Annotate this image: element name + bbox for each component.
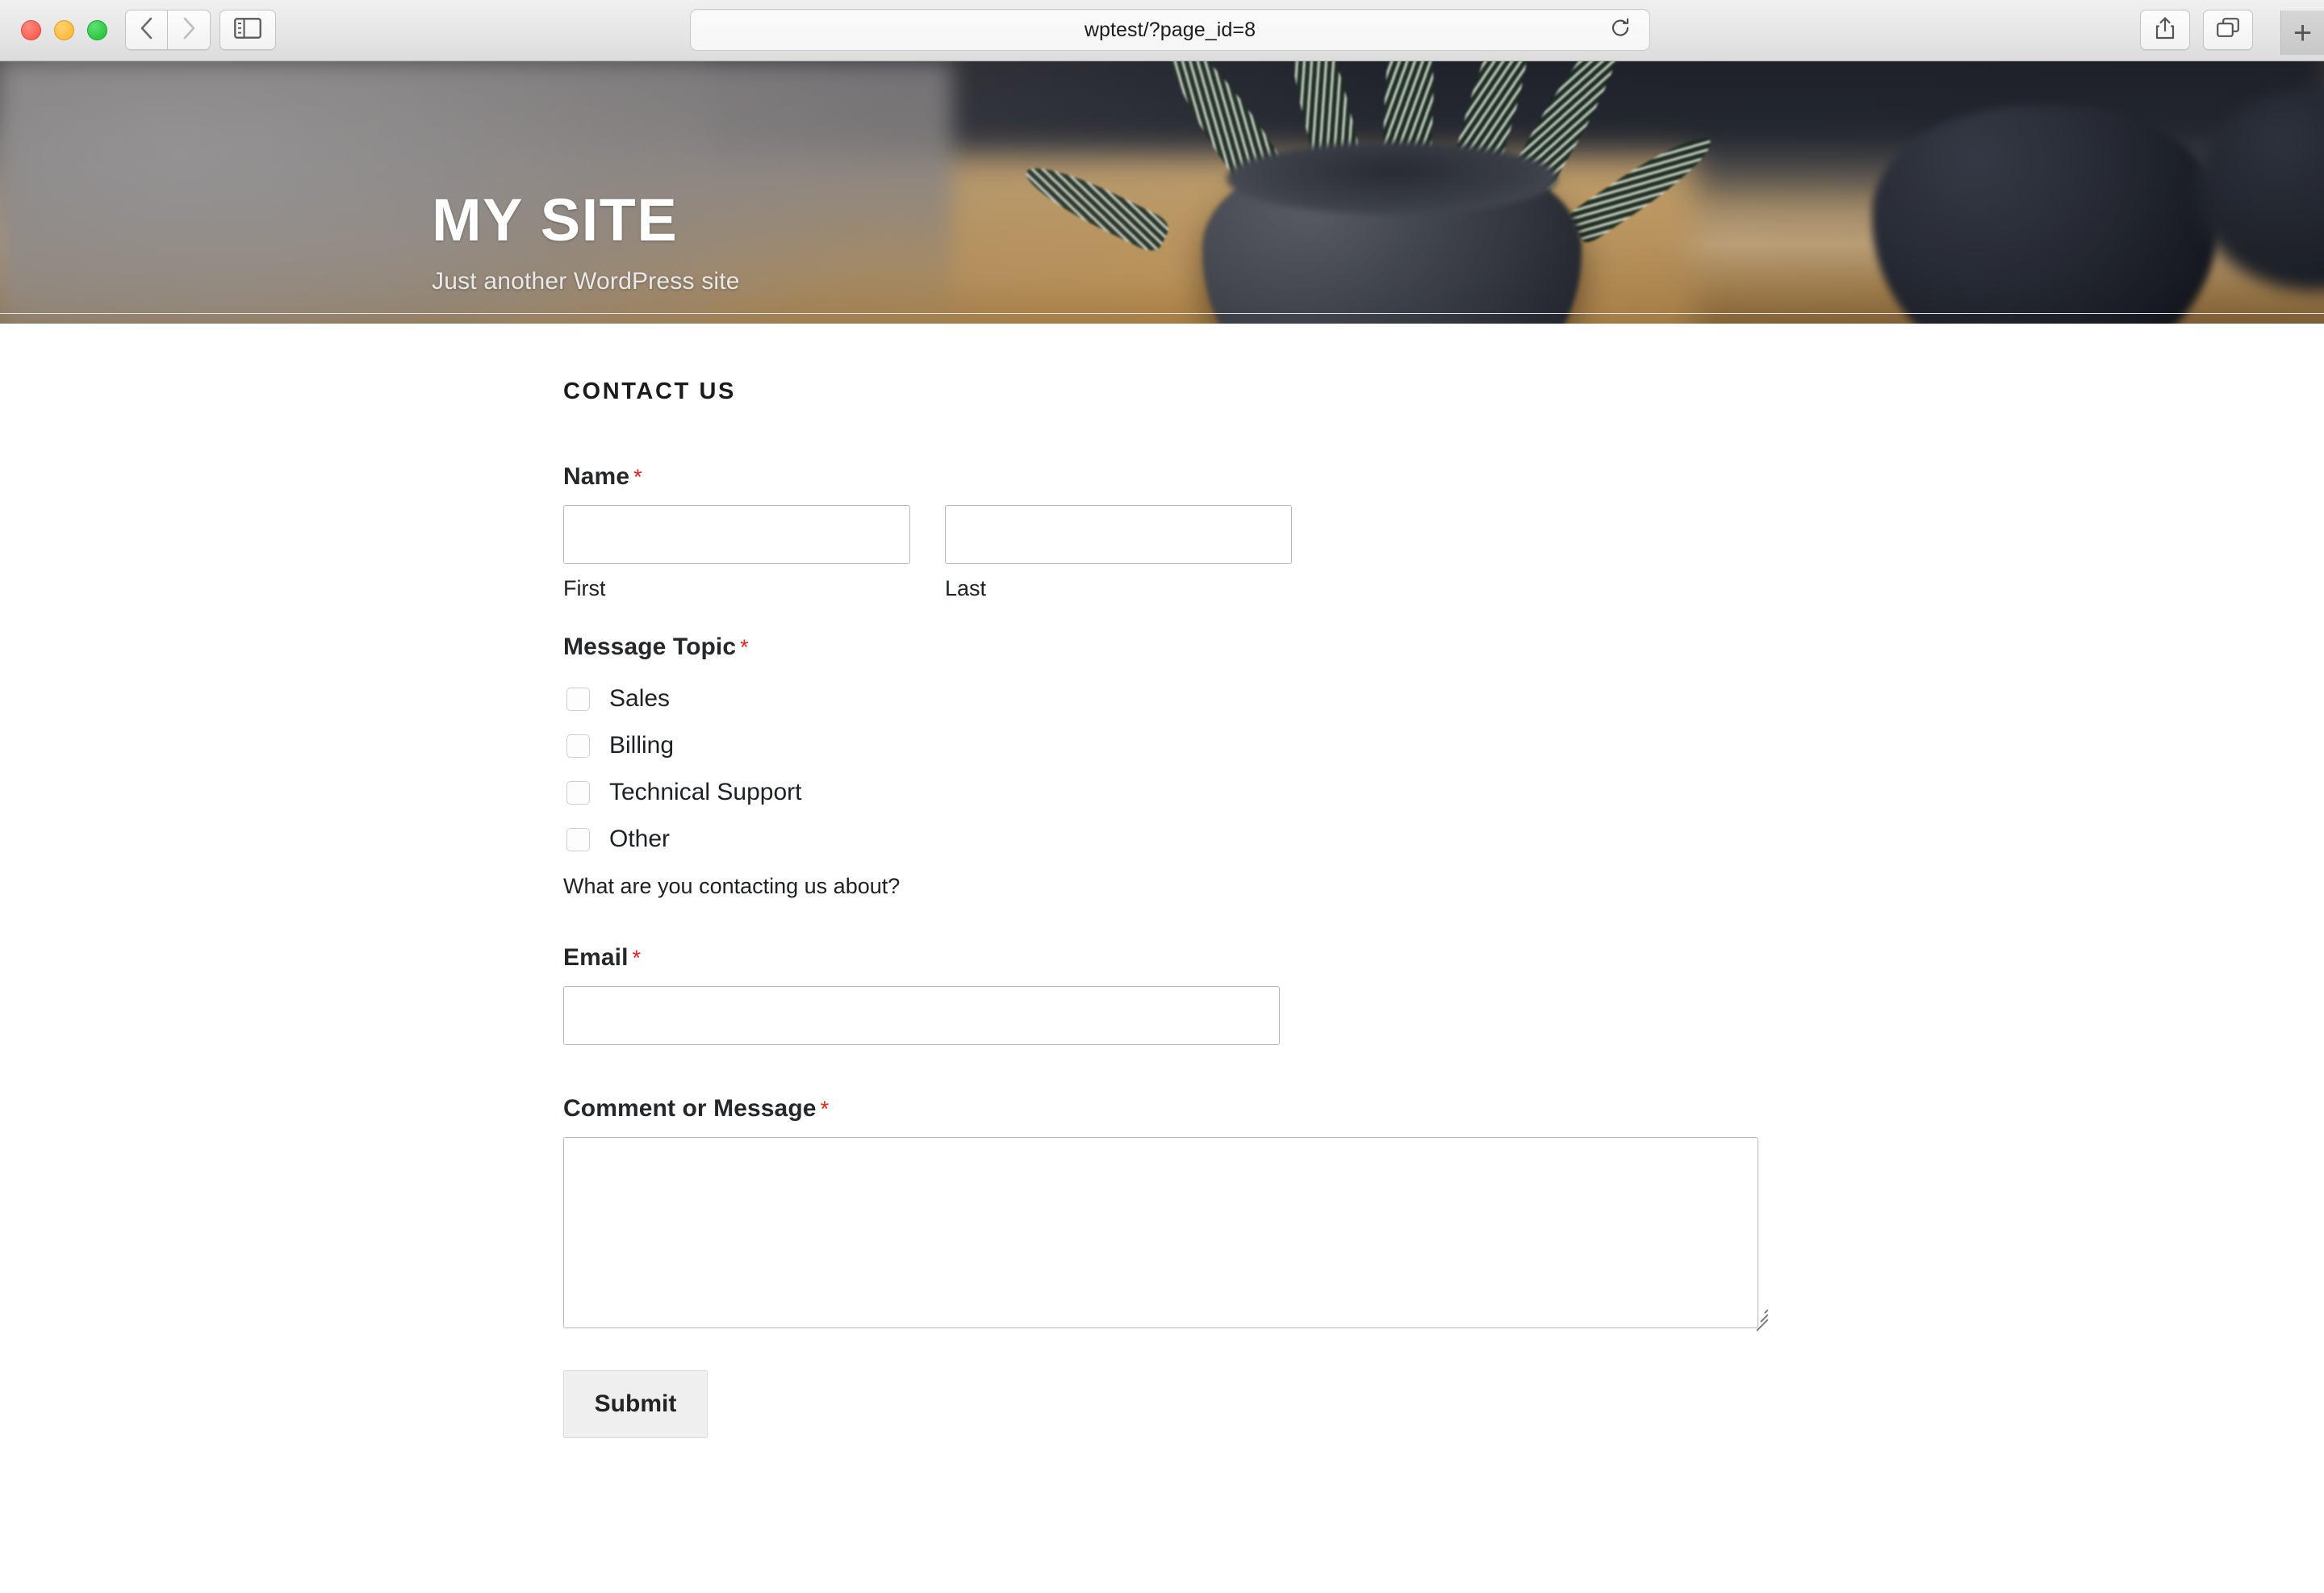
- zoom-window-button[interactable]: [87, 20, 107, 40]
- message-topic-options: Sales Billing Technical Support Other: [563, 675, 1774, 863]
- reload-button[interactable]: [1609, 17, 1632, 44]
- share-button[interactable]: [2140, 10, 2190, 50]
- toolbar-right-buttons: [2140, 10, 2253, 50]
- field-comment: Comment or Message *: [563, 1095, 1774, 1332]
- page-title: CONTACT US: [563, 378, 736, 404]
- field-email: Email *: [563, 944, 1774, 1045]
- hero-background-photo: [0, 61, 2324, 324]
- first-name-input[interactable]: [563, 505, 910, 564]
- first-name-sublabel: First: [563, 576, 606, 600]
- last-name-input[interactable]: [945, 505, 1292, 564]
- minimize-window-button[interactable]: [54, 20, 74, 40]
- checkbox-label-other: Other: [609, 826, 671, 852]
- email-input[interactable]: [563, 986, 1280, 1045]
- field-name: Name * First Last: [563, 463, 1774, 601]
- window-controls: [21, 20, 107, 40]
- navigation-buttons: [125, 10, 211, 50]
- back-icon: [139, 16, 155, 44]
- message-topic-help-text: What are you contacting us about?: [563, 874, 901, 898]
- email-required-marker: *: [632, 946, 642, 970]
- comment-textarea[interactable]: [563, 1137, 1758, 1328]
- contact-form: CONTACT US Name * First Last Message Top…: [563, 378, 1774, 1438]
- browser-window: wptest/?page_id=8 + MY SITE Just another…: [0, 0, 2324, 1593]
- hero-text-block: MY SITE Just another WordPress site: [432, 190, 740, 295]
- address-bar-text: wptest/?page_id=8: [1084, 18, 1256, 41]
- address-bar[interactable]: wptest/?page_id=8: [690, 9, 1650, 51]
- comment-required-marker: *: [820, 1097, 830, 1121]
- checkbox-other[interactable]: [566, 827, 590, 851]
- tab-overview-icon: [2216, 17, 2240, 44]
- plus-icon: +: [2293, 15, 2313, 51]
- checkbox-label-billing: Billing: [609, 732, 675, 759]
- name-required-marker: *: [633, 465, 642, 489]
- checkbox-row-sales[interactable]: Sales: [563, 675, 1774, 722]
- comment-label: Comment or Message *: [563, 1095, 1774, 1123]
- comment-label-text: Comment or Message: [563, 1095, 817, 1122]
- last-name-group: Last: [945, 505, 1292, 601]
- sidebar-toggle-button[interactable]: [219, 10, 276, 50]
- email-label-text: Email: [563, 944, 629, 971]
- checkbox-label-sales: Sales: [609, 685, 671, 712]
- close-window-button[interactable]: [21, 20, 41, 40]
- checkbox-row-other[interactable]: Other: [563, 816, 1774, 863]
- checkbox-row-billing[interactable]: Billing: [563, 722, 1774, 769]
- checkbox-technical-support[interactable]: [566, 780, 590, 805]
- tab-overview-button[interactable]: [2203, 10, 2253, 50]
- site-title: MY SITE: [432, 186, 679, 253]
- forward-icon: [181, 16, 197, 44]
- email-label: Email *: [563, 944, 1774, 972]
- checkbox-sales[interactable]: [566, 687, 590, 711]
- site-tagline: Just another WordPress site: [432, 268, 740, 295]
- sidebar-toggle-wrap: [219, 10, 276, 50]
- sidebar-toggle-icon: [234, 17, 261, 43]
- forward-button[interactable]: [168, 10, 211, 50]
- back-button[interactable]: [125, 10, 168, 50]
- message-topic-required-marker: *: [740, 635, 749, 659]
- new-tab-button[interactable]: +: [2280, 10, 2324, 55]
- submit-button[interactable]: Submit: [563, 1370, 708, 1438]
- name-label: Name *: [563, 463, 1774, 491]
- checkbox-label-technical-support: Technical Support: [609, 779, 802, 805]
- message-topic-label-text: Message Topic: [563, 633, 737, 660]
- last-name-sublabel: Last: [945, 576, 987, 600]
- comment-textarea-holder: [563, 1137, 1774, 1332]
- page-bottom-divider: [0, 313, 2324, 314]
- name-label-text: Name: [563, 463, 630, 490]
- first-name-group: First: [563, 505, 910, 601]
- message-topic-label: Message Topic *: [563, 633, 1774, 661]
- name-inputs-row: First Last: [563, 505, 1774, 601]
- browser-toolbar: wptest/?page_id=8 +: [0, 0, 2324, 61]
- checkbox-billing[interactable]: [566, 734, 590, 758]
- page-viewport: MY SITE Just another WordPress site CONT…: [0, 61, 2324, 1593]
- share-icon: [2155, 16, 2176, 44]
- field-message-topic: Message Topic * Sales Billing Technical …: [563, 633, 1774, 899]
- site-hero-header: MY SITE Just another WordPress site: [0, 61, 2324, 324]
- checkbox-row-technical-support[interactable]: Technical Support: [563, 769, 1774, 816]
